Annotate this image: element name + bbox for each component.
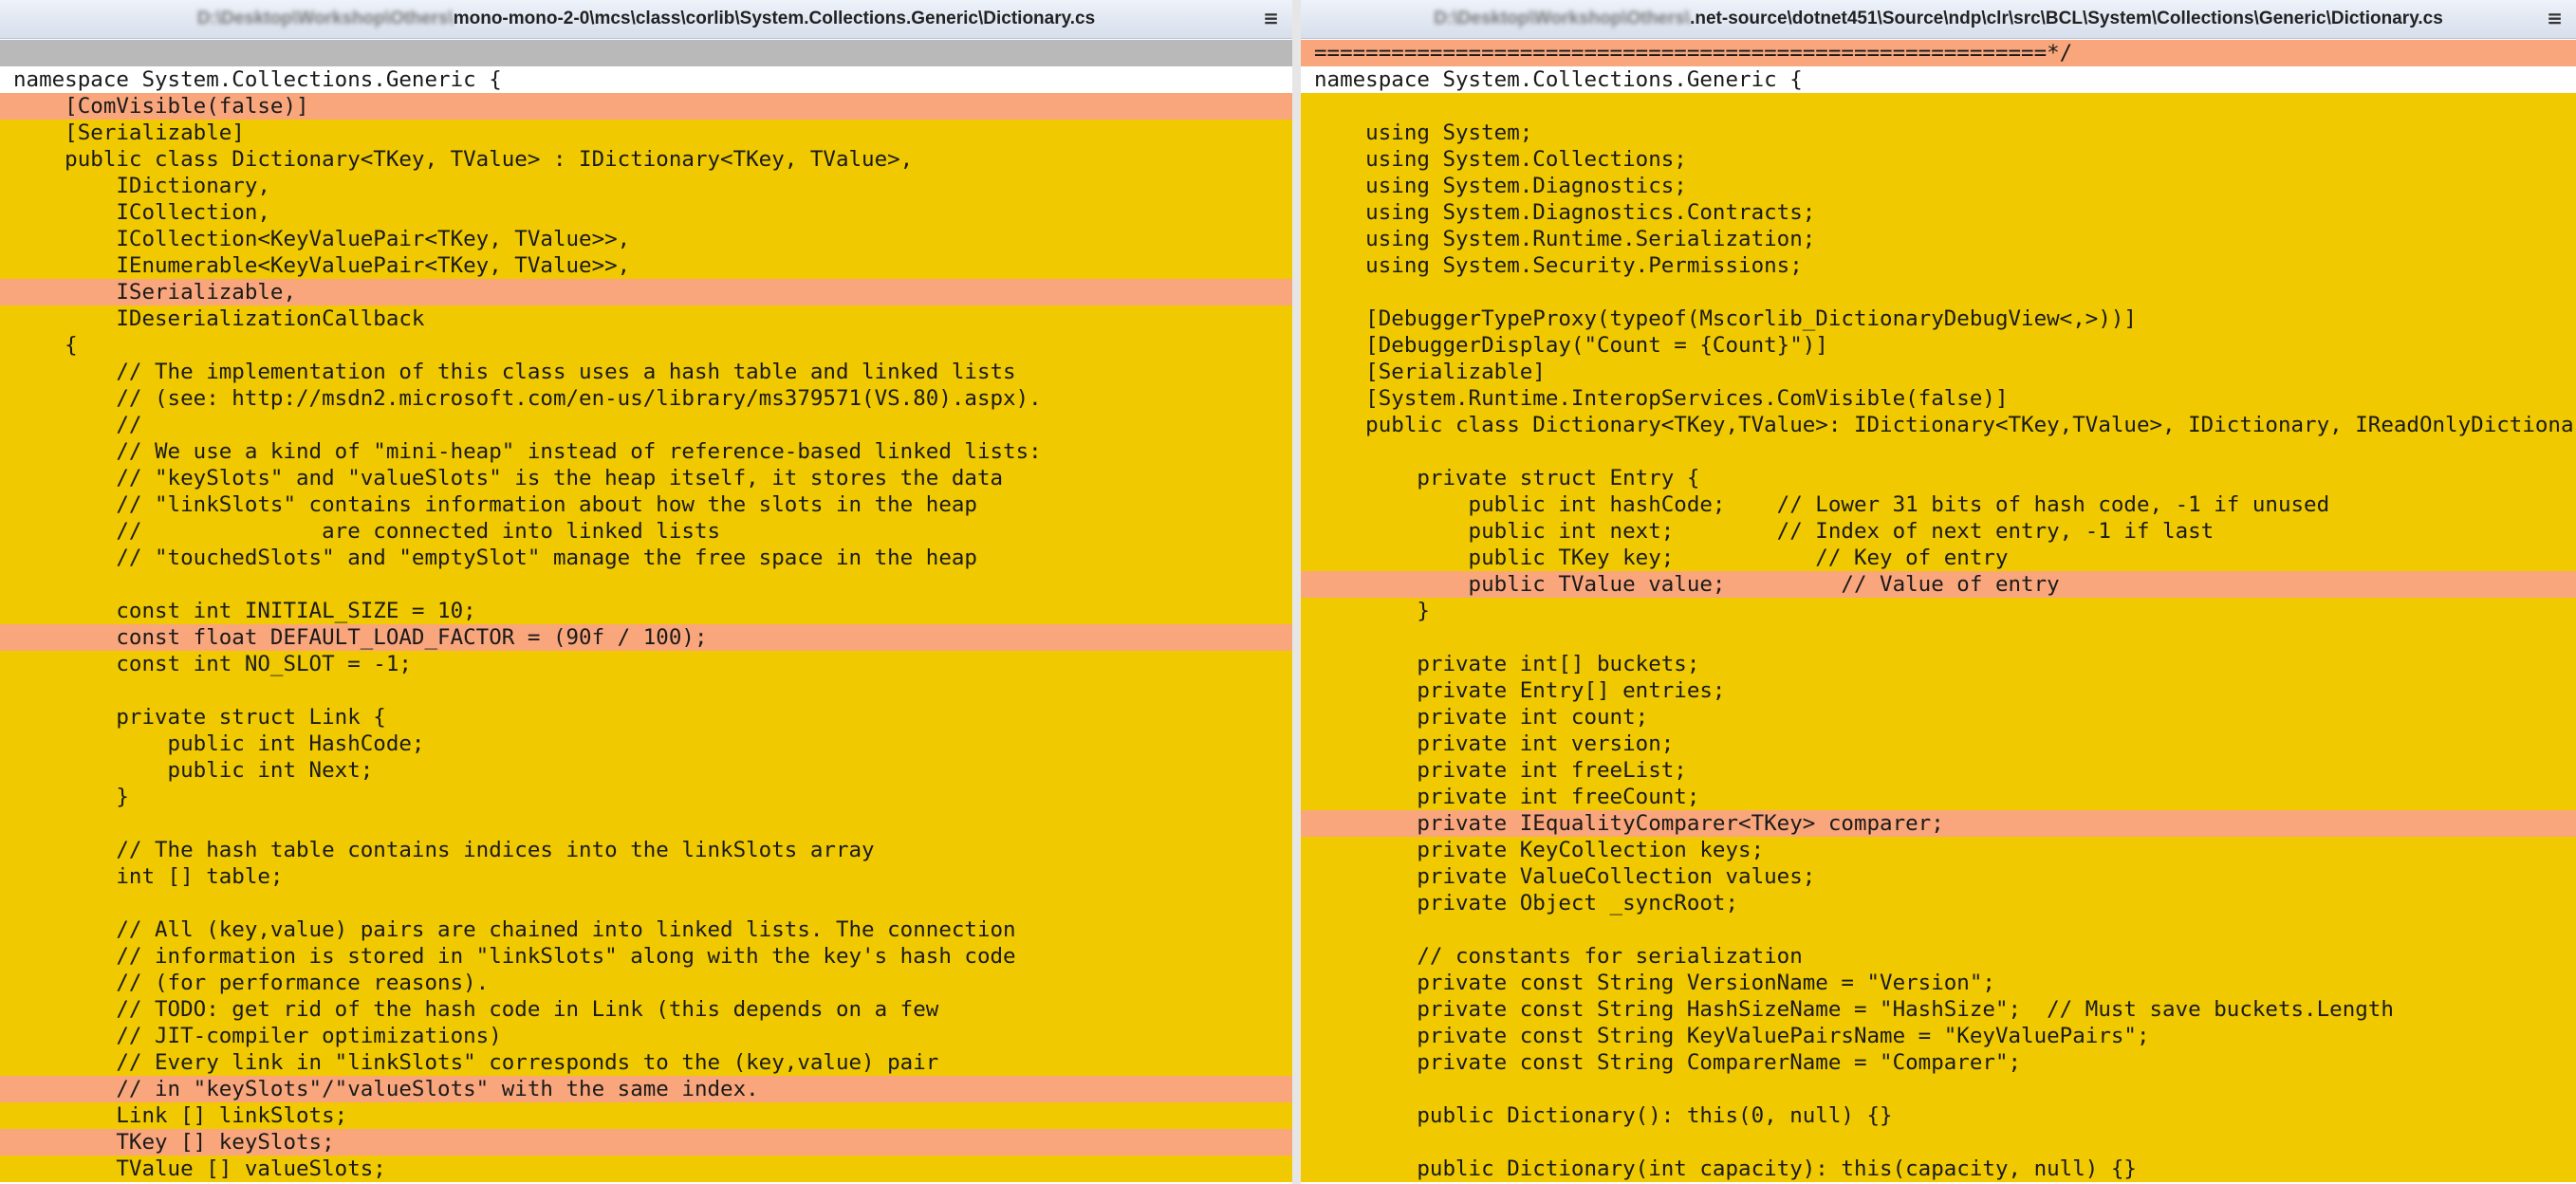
left-file-pane[interactable]: D:\Desktop\Workshop\Others\ mono-mono-2-0… [0, 0, 1292, 1184]
code-line[interactable]: // The hash table contains indices into … [0, 837, 1292, 863]
code-line[interactable]: } [1301, 598, 2576, 624]
left-file-path-prefix: D:\Desktop\Workshop\Others\ [196, 9, 454, 28]
right-pane-title-bar: D:\Desktop\Workshop\Others\ .net-source\d… [1301, 0, 2576, 39]
right-file-path-prefix: D:\Desktop\Workshop\Others\ [1434, 9, 1691, 28]
pane-splitter[interactable] [1292, 0, 1301, 1184]
code-line[interactable]: [Serializable] [1301, 359, 2576, 385]
code-line[interactable]: private struct Link { [0, 704, 1292, 731]
code-line[interactable]: namespace System.Collections.Generic { [0, 66, 1292, 93]
code-line[interactable] [1301, 279, 2576, 305]
code-line[interactable]: public TValue value; // Value of entry [1301, 571, 2576, 598]
code-line[interactable]: // "touchedSlots" and "emptySlot" manage… [0, 545, 1292, 571]
code-line[interactable]: using System.Security.Permissions; [1301, 252, 2576, 279]
code-line[interactable]: using System.Diagnostics.Contracts; [1301, 199, 2576, 226]
code-line[interactable]: // (see: http://msdn2.microsoft.com/en-u… [0, 385, 1292, 412]
code-line[interactable]: private int count; [1301, 704, 2576, 731]
code-line[interactable]: const int INITIAL_SIZE = 10; [0, 598, 1292, 624]
code-line[interactable]: private Object _syncRoot; [1301, 890, 2576, 916]
right-file-path: .net-source\dotnet451\Source\ndp\clr\src… [1690, 9, 2443, 28]
code-line[interactable]: { [0, 332, 1292, 359]
code-line[interactable]: // [0, 412, 1292, 438]
code-line[interactable]: public TKey key; // Key of entry [1301, 545, 2576, 571]
code-line[interactable]: private ValueCollection values; [1301, 863, 2576, 890]
code-line[interactable]: private struct Entry { [1301, 465, 2576, 491]
hamburger-menu-icon[interactable]: ≡ [2547, 7, 2563, 29]
code-line[interactable]: // information is stored in "linkSlots" … [0, 943, 1292, 970]
code-line[interactable]: using System; [1301, 120, 2576, 146]
code-line[interactable]: private const String VersionName = "Vers… [1301, 970, 2576, 996]
code-line[interactable]: const int NO_SLOT = -1; [0, 651, 1292, 677]
code-line[interactable]: private int version; [1301, 731, 2576, 757]
left-code-view[interactable]: namespace System.Collections.Generic { [… [0, 40, 1292, 1182]
code-line[interactable]: // TODO: get rid of the hash code in Lin… [0, 996, 1292, 1023]
code-line[interactable]: public class Dictionary<TKey, TValue> : … [0, 146, 1292, 173]
code-line[interactable]: private int freeCount; [1301, 784, 2576, 810]
right-code-view[interactable]: ========================================… [1301, 40, 2576, 1182]
code-line[interactable]: // constants for serialization [1301, 943, 2576, 970]
left-pane-title-bar: D:\Desktop\Workshop\Others\ mono-mono-2-0… [0, 0, 1292, 39]
code-line[interactable] [1301, 624, 2576, 651]
code-line[interactable] [1301, 438, 2576, 465]
code-line[interactable] [0, 677, 1292, 704]
code-line[interactable]: ISerializable, [0, 279, 1292, 305]
code-line[interactable]: ========================================… [1301, 40, 2576, 66]
code-line[interactable]: // "linkSlots" contains information abou… [0, 491, 1292, 518]
code-line[interactable]: IDeserializationCallback [0, 305, 1292, 332]
code-line[interactable]: namespace System.Collections.Generic { [1301, 66, 2576, 93]
code-line[interactable]: private KeyCollection keys; [1301, 837, 2576, 863]
code-line[interactable]: [DebuggerDisplay("Count = {Count}")] [1301, 332, 2576, 359]
code-line[interactable]: // JIT-compiler optimizations) [0, 1023, 1292, 1049]
code-line[interactable]: // (for performance reasons). [0, 970, 1292, 996]
code-line[interactable]: private const String KeyValuePairsName =… [1301, 1023, 2576, 1049]
code-line[interactable]: } [0, 784, 1292, 810]
code-line[interactable]: private const String ComparerName = "Com… [1301, 1049, 2576, 1076]
code-line[interactable] [1301, 916, 2576, 943]
code-line[interactable]: [System.Runtime.InteropServices.ComVisib… [1301, 385, 2576, 412]
code-line[interactable]: // Every link in "linkSlots" corresponds… [0, 1049, 1292, 1076]
code-line[interactable]: public int Next; [0, 757, 1292, 784]
code-line[interactable]: // in "keySlots"/"valueSlots" with the s… [0, 1076, 1292, 1102]
code-line[interactable]: ICollection, [0, 199, 1292, 226]
code-line[interactable]: // The implementation of this class uses… [0, 359, 1292, 385]
code-line[interactable]: ICollection<KeyValuePair<TKey, TValue>>, [0, 226, 1292, 252]
code-line[interactable]: private int freeList; [1301, 757, 2576, 784]
code-line[interactable]: // All (key,value) pairs are chained int… [0, 916, 1292, 943]
code-line[interactable]: // are connected into linked lists [0, 518, 1292, 545]
code-line[interactable]: const float DEFAULT_LOAD_FACTOR = (90f /… [0, 624, 1292, 651]
left-file-path: mono-mono-2-0\mcs\class\corlib\System.Co… [453, 9, 1096, 28]
code-line[interactable]: Link [] linkSlots; [0, 1102, 1292, 1129]
code-line[interactable]: [ComVisible(false)] [0, 93, 1292, 120]
code-line[interactable]: using System.Runtime.Serialization; [1301, 226, 2576, 252]
code-line[interactable]: IEnumerable<KeyValuePair<TKey, TValue>>, [0, 252, 1292, 279]
code-line[interactable]: // "keySlots" and "valueSlots" is the he… [0, 465, 1292, 491]
hamburger-menu-icon[interactable]: ≡ [1263, 7, 1279, 29]
code-line[interactable]: IDictionary, [0, 173, 1292, 199]
code-line[interactable]: public int next; // Index of next entry,… [1301, 518, 2576, 545]
code-line[interactable]: public int hashCode; // Lower 31 bits of… [1301, 491, 2576, 518]
code-line[interactable]: [Serializable] [0, 120, 1292, 146]
code-line[interactable] [0, 571, 1292, 598]
right-file-pane[interactable]: D:\Desktop\Workshop\Others\ .net-source\d… [1301, 0, 2576, 1184]
code-line[interactable]: public Dictionary(): this(0, null) {} [1301, 1102, 2576, 1129]
code-line[interactable]: TValue [] valueSlots; [0, 1156, 1292, 1182]
code-line[interactable]: public int HashCode; [0, 731, 1292, 757]
code-line[interactable]: private const String HashSizeName = "Has… [1301, 996, 2576, 1023]
code-line[interactable] [1301, 93, 2576, 120]
code-line[interactable]: public Dictionary(int capacity): this(ca… [1301, 1156, 2576, 1182]
code-line[interactable]: int [] table; [0, 863, 1292, 890]
code-line[interactable] [1301, 1076, 2576, 1102]
code-line[interactable] [1301, 1129, 2576, 1156]
code-line[interactable]: TKey [] keySlots; [0, 1129, 1292, 1156]
code-line[interactable]: // We use a kind of "mini-heap" instead … [0, 438, 1292, 465]
code-line[interactable]: [DebuggerTypeProxy(typeof(Mscorlib_Dicti… [1301, 305, 2576, 332]
code-line[interactable]: using System.Diagnostics; [1301, 173, 2576, 199]
code-line[interactable]: using System.Collections; [1301, 146, 2576, 173]
code-line[interactable]: private int[] buckets; [1301, 651, 2576, 677]
code-line[interactable] [0, 890, 1292, 916]
code-line[interactable]: public class Dictionary<TKey,TValue>: ID… [1301, 412, 2576, 438]
code-line[interactable] [0, 810, 1292, 837]
code-line[interactable]: private IEqualityComparer<TKey> comparer… [1301, 810, 2576, 837]
code-line[interactable]: private Entry[] entries; [1301, 677, 2576, 704]
code-line[interactable] [0, 40, 1292, 66]
